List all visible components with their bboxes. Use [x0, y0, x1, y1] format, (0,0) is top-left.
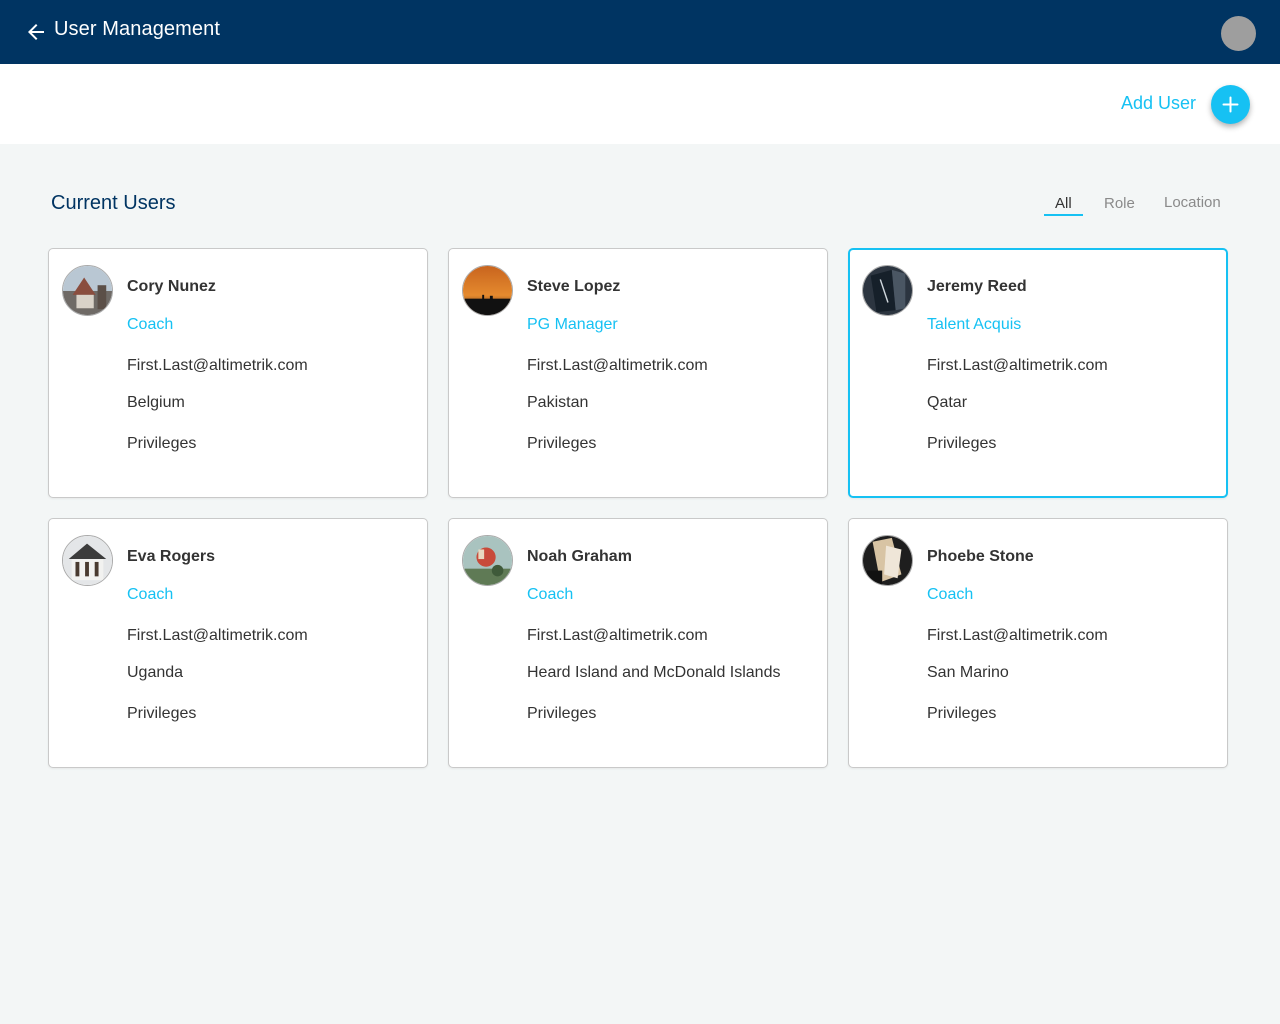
user-location: Qatar: [927, 394, 968, 411]
user-location: Belgium: [127, 394, 185, 411]
profile-avatar[interactable]: [1221, 16, 1256, 51]
user-name: Jeremy Reed: [927, 278, 1027, 295]
back-button[interactable]: [24, 20, 48, 44]
tab-location[interactable]: Location: [1164, 194, 1221, 211]
avatar: [862, 535, 913, 586]
user-email: First.Last@altimetrik.com: [527, 357, 708, 374]
add-user-link[interactable]: Add User: [1121, 93, 1196, 114]
user-name: Steve Lopez: [527, 278, 621, 295]
action-bar: Add User: [0, 64, 1280, 144]
user-name: Cory Nunez: [127, 278, 216, 295]
privileges-link[interactable]: Privileges: [127, 435, 196, 453]
privileges-link[interactable]: Privileges: [927, 705, 996, 723]
user-role: Talent Acquis: [927, 316, 1022, 333]
user-email: First.Last@altimetrik.com: [127, 357, 308, 374]
user-role: Coach: [127, 586, 174, 603]
user-role: Coach: [127, 316, 174, 333]
user-location: San Marino: [927, 664, 1009, 681]
privileges-link[interactable]: Privileges: [127, 705, 196, 723]
avatar: [62, 535, 113, 586]
arrow-left-icon: [28, 24, 44, 40]
user-email: First.Last@altimetrik.com: [927, 627, 1108, 644]
user-role: Coach: [927, 586, 974, 603]
privileges-link[interactable]: Privileges: [527, 705, 596, 723]
plus-icon: [1222, 96, 1239, 113]
user-location: Uganda: [127, 664, 184, 681]
tab-role[interactable]: Role: [1104, 195, 1135, 212]
user-name: Eva Rogers: [127, 548, 216, 565]
user-name: Noah Graham: [527, 548, 632, 565]
user-card[interactable]: Cory Nunez Coach First.Last@altimetrik.c…: [48, 248, 428, 498]
user-name: Phoebe Stone: [927, 548, 1034, 565]
user-card[interactable]: Noah Graham Coach First.Last@altimetrik.…: [448, 518, 828, 768]
user-card[interactable]: Phoebe Stone Coach First.Last@altimetrik…: [848, 518, 1228, 768]
user-card[interactable]: Steve Lopez PG Manager First.Last@altime…: [448, 248, 828, 498]
user-role: Coach: [527, 586, 574, 603]
add-user-button[interactable]: [1211, 85, 1250, 124]
section-title: Current Users: [51, 192, 176, 214]
page-title: User Management: [54, 18, 221, 40]
user-email: First.Last@altimetrik.com: [527, 627, 708, 644]
avatar: [462, 265, 513, 316]
user-role: PG Manager: [527, 316, 618, 333]
avatar: [62, 265, 113, 316]
privileges-link[interactable]: Privileges: [527, 435, 596, 453]
tab-all[interactable]: All: [1055, 195, 1072, 212]
user-email: First.Last@altimetrik.com: [127, 627, 308, 644]
app-header: User Management: [0, 0, 1280, 64]
user-card-selected[interactable]: Jeremy Reed Talent Acquis First.Last@alt…: [848, 248, 1228, 498]
avatar: [462, 535, 513, 586]
user-location: Heard Island and McDonald Islands: [527, 664, 781, 681]
privileges-link[interactable]: Privileges: [927, 435, 996, 453]
user-email: First.Last@altimetrik.com: [927, 357, 1108, 374]
user-card[interactable]: Eva Rogers Coach First.Last@altimetrik.c…: [48, 518, 428, 768]
user-location: Pakistan: [527, 394, 589, 411]
avatar: [862, 265, 913, 316]
active-tab-indicator: [1044, 214, 1083, 216]
